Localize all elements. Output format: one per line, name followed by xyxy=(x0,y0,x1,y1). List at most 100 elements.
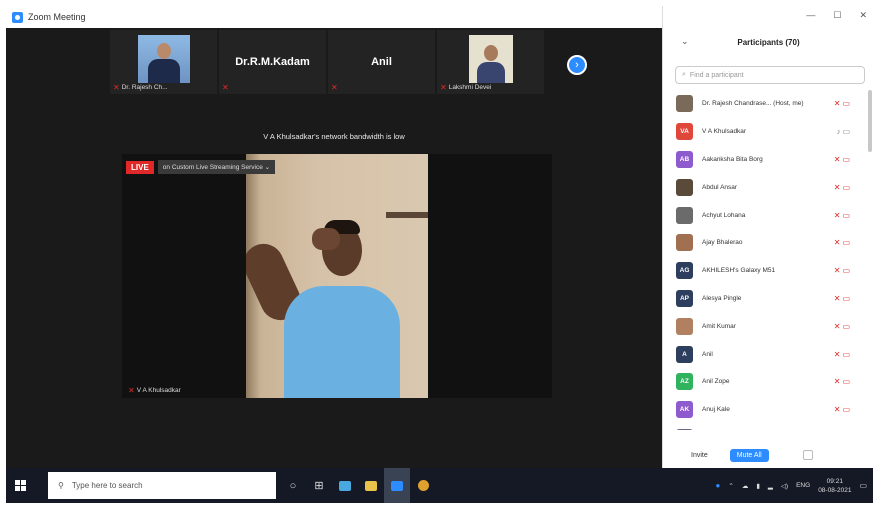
system-tray: ● ⌃ ☁ ▮ ▂ ◁) ENG 09:21 08-08-2021 ▭ xyxy=(716,468,867,503)
participant-row[interactable]: Abdul Ansar ✕▭ xyxy=(663,173,868,201)
avatar: AB xyxy=(676,150,693,168)
taskbar-search[interactable]: ⚲ Type here to search xyxy=(48,472,276,499)
close-button[interactable]: ✕ xyxy=(859,10,867,21)
avatar xyxy=(676,206,693,224)
mic-muted-icon[interactable]: ✕▭ xyxy=(834,155,852,164)
volume-icon[interactable]: ◁) xyxy=(781,482,788,490)
network-icon[interactable]: ▂ xyxy=(768,482,773,490)
mic-muted-icon: ✕ xyxy=(128,386,135,395)
mic-muted-icon: ✕ xyxy=(222,83,229,92)
tile-label: ✕ Lakshmi Devei xyxy=(440,83,492,92)
participant-name: Amit Kumar xyxy=(702,322,736,330)
task-view-icon[interactable]: ⊞ xyxy=(306,468,332,503)
chevron-up-icon[interactable]: ⌃ xyxy=(728,482,733,490)
mic-icon[interactable]: ♪▭ xyxy=(836,127,852,136)
participant-name: Anil xyxy=(702,350,713,358)
participant-row[interactable]: Ajay Bhalerao ✕▭ xyxy=(663,229,868,257)
windows-icon xyxy=(14,480,26,491)
participant-row[interactable]: AZ Anil Zope ✕▭ xyxy=(663,368,868,396)
mic-muted-icon[interactable]: ✕▭ xyxy=(834,99,852,108)
title-bar: Zoom Meeting xyxy=(6,6,666,28)
participant-row[interactable]: Achyut Lohana ✕▭ xyxy=(663,201,868,229)
mic-muted-icon[interactable]: ✕▭ xyxy=(834,238,852,247)
mic-muted-icon[interactable]: ✕▭ xyxy=(834,322,852,331)
notification-icon[interactable]: ▭ xyxy=(859,481,867,490)
mic-muted-icon[interactable]: ✕▭ xyxy=(834,405,852,414)
mic-muted-icon: ✕ xyxy=(331,83,338,92)
mic-muted-icon[interactable]: ✕▭ xyxy=(834,266,852,275)
chrome-icon[interactable] xyxy=(410,468,436,503)
language-indicator[interactable]: ENG xyxy=(796,482,810,489)
tile-name: Anil xyxy=(371,56,392,68)
participant-row[interactable]: Dr. Rajesh Chandrase... (Host, me) ✕▭ xyxy=(663,90,868,118)
participant-list: Dr. Rajesh Chandrase... (Host, me) ✕▭ VA V … xyxy=(663,90,868,430)
main-video[interactable]: LIVE on Custom Live Streaming Service ⌄ … xyxy=(122,154,552,398)
invite-button[interactable]: Invite xyxy=(691,452,708,459)
tile-label: ✕ Dr. Rajesh Ch... xyxy=(113,83,168,92)
mic-muted-icon: ✕ xyxy=(113,83,120,92)
start-button[interactable] xyxy=(6,468,34,503)
mute-all-button[interactable]: Mute All xyxy=(729,448,769,462)
window-controls: — ☐ ✕ xyxy=(806,10,867,21)
window-title: Zoom Meeting xyxy=(28,12,86,22)
video-tile-anil[interactable]: Anil ✕ xyxy=(328,30,435,94)
participant-name: Achyut Lohana xyxy=(702,211,746,219)
screen: Zoom Meeting ✕ Dr. Rajesh Ch... Dr.R.M.Ka… xyxy=(6,6,873,503)
participant-photo xyxy=(468,35,513,83)
participant-name: Abdul Ansar xyxy=(702,183,738,191)
minimize-button[interactable]: — xyxy=(806,10,815,21)
file-explorer-icon[interactable] xyxy=(358,468,384,503)
participant-row[interactable]: AB Aakanksha Bita Borg ✕▭ xyxy=(663,146,868,174)
avatar: AG xyxy=(676,262,693,280)
cloud-icon[interactable]: ☁ xyxy=(742,482,749,490)
zoom-logo-icon xyxy=(12,11,23,23)
participant-row[interactable]: A Anil ✕▭ xyxy=(663,340,868,368)
participant-row[interactable]: AP Alesya Pingle ✕▭ xyxy=(663,285,868,313)
mic-muted-icon[interactable]: ✕▭ xyxy=(834,211,852,220)
participants-panel: — ☐ ✕ ⌄ Participants (70) ⌕ Find a parti… xyxy=(662,6,873,468)
next-page-button[interactable]: › xyxy=(567,55,587,75)
participant-search-input[interactable]: ⌕ Find a participant xyxy=(675,66,865,84)
battery-icon[interactable]: ▮ xyxy=(756,482,760,490)
avatar xyxy=(676,428,693,430)
participant-row[interactable]: AG AKHILESH's Galaxy M51 ✕▭ xyxy=(663,257,868,285)
participant-name: Dr. Rajesh Chandrase... (Host, me) xyxy=(702,100,804,108)
zoom-app-icon[interactable] xyxy=(384,468,410,503)
participant-name: Alesya Pingle xyxy=(702,294,742,302)
participant-list-scrollbar[interactable] xyxy=(868,90,872,152)
avatar xyxy=(676,95,693,113)
avatar xyxy=(676,234,693,252)
participant-name: Anuj Kale xyxy=(702,406,730,414)
network-notice: V A Khulsadkar's network bandwidth is lo… xyxy=(263,132,405,141)
streaming-service-label: on Custom Live Streaming Service ⌄ xyxy=(157,160,276,174)
participants-footer: Invite Mute All xyxy=(663,442,873,468)
participant-name: AKHILESH's Galaxy M51 xyxy=(702,267,776,275)
participant-photo xyxy=(137,35,190,83)
participant-row[interactable]: ✕▭ xyxy=(663,424,868,430)
zoom-tray-icon[interactable]: ● xyxy=(716,481,721,490)
search-icon: ⚲ xyxy=(58,481,64,490)
cortana-icon[interactable]: ○ xyxy=(280,468,306,503)
participants-title: Participants (70) xyxy=(737,38,800,47)
mic-muted-icon[interactable]: ✕▭ xyxy=(834,183,852,192)
participant-row[interactable]: Amit Kumar ✕▭ xyxy=(663,312,868,340)
app-icon[interactable] xyxy=(332,468,358,503)
participant-row[interactable]: AK Anuj Kale ✕▭ xyxy=(663,396,868,424)
meeting-area: ✕ Dr. Rajesh Ch... Dr.R.M.Kadam ✕ Anil ✕ … xyxy=(6,28,662,468)
participant-name: V A Khulsadkar xyxy=(702,128,747,136)
maximize-button[interactable]: ☐ xyxy=(833,10,841,21)
video-participant-name: ✕ V A Khulsadkar xyxy=(128,386,181,395)
video-tile-lakshmi[interactable]: ✕ Lakshmi Devei xyxy=(437,30,544,94)
video-tile-kadam[interactable]: Dr.R.M.Kadam ✕ xyxy=(219,30,326,94)
live-indicator[interactable]: LIVE on Custom Live Streaming Service ⌄ xyxy=(126,160,276,174)
avatar: AP xyxy=(676,289,693,307)
more-options-button[interactable] xyxy=(802,450,813,460)
video-tile-rajesh[interactable]: ✕ Dr. Rajesh Ch... xyxy=(110,30,217,94)
participant-row[interactable]: VA V A Khulsadkar ♪▭ xyxy=(663,118,868,146)
mic-muted-icon[interactable]: ✕▭ xyxy=(834,377,852,386)
taskbar: ⚲ Type here to search ○ ⊞ ● ⌃ ☁ ▮ ▂ ◁) E… xyxy=(6,468,873,503)
avatar xyxy=(676,317,693,335)
mic-muted-icon[interactable]: ✕▭ xyxy=(834,294,852,303)
mic-muted-icon[interactable]: ✕▭ xyxy=(834,350,852,359)
clock[interactable]: 09:21 08-08-2021 xyxy=(818,477,851,495)
